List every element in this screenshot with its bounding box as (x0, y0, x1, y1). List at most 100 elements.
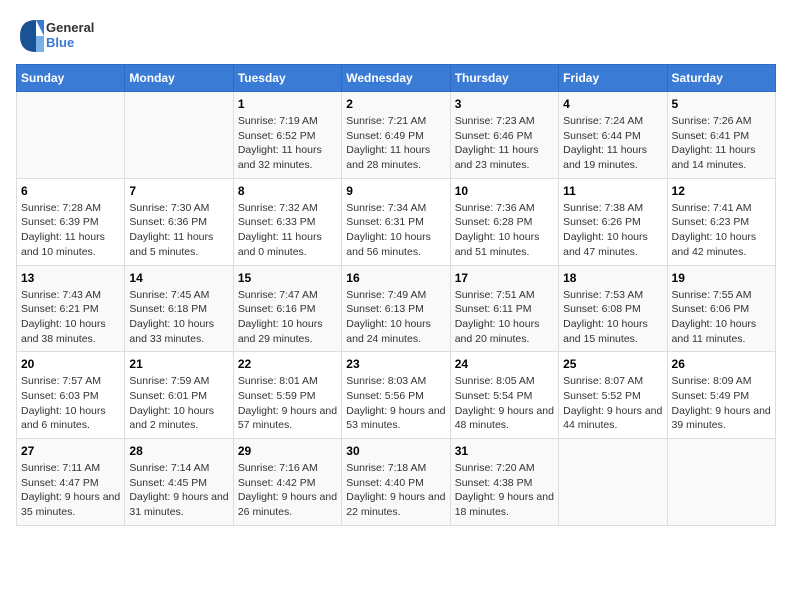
calendar-cell: 14 Sunrise: 7:45 AM Sunset: 6:18 PM Dayli… (125, 265, 233, 352)
day-detail: Sunrise: 7:26 AM Sunset: 6:41 PM Dayligh… (672, 114, 771, 173)
day-header-sunday: Sunday (17, 65, 125, 92)
day-detail: Sunrise: 7:45 AM Sunset: 6:18 PM Dayligh… (129, 288, 228, 347)
calendar-cell: 22 Sunrise: 8:01 AM Sunset: 5:59 PM Dayli… (233, 352, 341, 439)
day-detail: Sunrise: 7:28 AM Sunset: 6:39 PM Dayligh… (21, 201, 120, 260)
svg-text:Blue: Blue (46, 35, 74, 50)
day-number: 7 (129, 184, 228, 198)
day-number: 30 (346, 444, 445, 458)
calendar-cell: 12 Sunrise: 7:41 AM Sunset: 6:23 PM Dayli… (667, 178, 775, 265)
day-number: 9 (346, 184, 445, 198)
day-number: 17 (455, 271, 554, 285)
calendar-cell: 3 Sunrise: 7:23 AM Sunset: 6:46 PM Daylig… (450, 92, 558, 179)
day-number: 21 (129, 357, 228, 371)
calendar-cell: 6 Sunrise: 7:28 AM Sunset: 6:39 PM Daylig… (17, 178, 125, 265)
svg-text:General: General (46, 20, 94, 35)
calendar-week-row: 13Sunrise: 7:43 AM Sunset: 6:21 PM Dayli… (17, 265, 776, 352)
calendar-cell: 5Sunrise: 7:26 AM Sunset: 6:41 PM Daylig… (667, 92, 775, 179)
day-detail: Sunrise: 8:05 AM Sunset: 5:54 PM Dayligh… (455, 374, 554, 433)
calendar-cell: 19 Sunrise: 7:55 AM Sunset: 6:06 PM Dayli… (667, 265, 775, 352)
day-number: 31 (455, 444, 554, 458)
calendar-cell: 4Sunrise: 7:24 AM Sunset: 6:44 PM Daylig… (559, 92, 667, 179)
day-detail: Sunrise: 7:53 AM Sunset: 6:08 PM Dayligh… (563, 288, 662, 347)
day-detail: Sunrise: 7:23 AM Sunset: 6:46 PM Dayligh… (455, 114, 554, 173)
calendar-cell: 2 Sunrise: 7:21 AM Sunset: 6:49 PM Daylig… (342, 92, 450, 179)
day-number: 27 (21, 444, 120, 458)
day-number: 6 (21, 184, 120, 198)
day-detail: Sunrise: 7:32 AM Sunset: 6:33 PM Dayligh… (238, 201, 337, 260)
day-detail: Sunrise: 7:41 AM Sunset: 6:23 PM Dayligh… (672, 201, 771, 260)
day-number: 1 (238, 97, 337, 111)
calendar-cell: 13Sunrise: 7:43 AM Sunset: 6:21 PM Dayli… (17, 265, 125, 352)
day-number: 29 (238, 444, 337, 458)
calendar-cell: 20 Sunrise: 7:57 AM Sunset: 6:03 PM Dayli… (17, 352, 125, 439)
day-number: 25 (563, 357, 662, 371)
day-detail: Sunrise: 8:01 AM Sunset: 5:59 PM Dayligh… (238, 374, 337, 433)
day-detail: Sunrise: 7:14 AM Sunset: 4:45 PM Dayligh… (129, 461, 228, 520)
page-header: GeneralBlue (16, 16, 776, 56)
day-number: 24 (455, 357, 554, 371)
day-header-tuesday: Tuesday (233, 65, 341, 92)
day-number: 22 (238, 357, 337, 371)
day-number: 26 (672, 357, 771, 371)
calendar-header-row: SundayMondayTuesdayWednesdayThursdayFrid… (17, 65, 776, 92)
calendar-cell: 11 Sunrise: 7:38 AM Sunset: 6:26 PM Dayli… (559, 178, 667, 265)
calendar-cell: 25 Sunrise: 8:07 AM Sunset: 5:52 PM Dayli… (559, 352, 667, 439)
calendar-cell: 10Sunrise: 7:36 AM Sunset: 6:28 PM Dayli… (450, 178, 558, 265)
day-detail: Sunrise: 7:49 AM Sunset: 6:13 PM Dayligh… (346, 288, 445, 347)
day-number: 8 (238, 184, 337, 198)
day-detail: Sunrise: 7:51 AM Sunset: 6:11 PM Dayligh… (455, 288, 554, 347)
calendar-cell: 8 Sunrise: 7:32 AM Sunset: 6:33 PM Daylig… (233, 178, 341, 265)
logo-svg: GeneralBlue (16, 16, 96, 56)
day-detail: Sunrise: 7:36 AM Sunset: 6:28 PM Dayligh… (455, 201, 554, 260)
day-detail: Sunrise: 7:11 AM Sunset: 4:47 PM Dayligh… (21, 461, 120, 520)
day-number: 15 (238, 271, 337, 285)
day-number: 18 (563, 271, 662, 285)
calendar-cell (559, 439, 667, 526)
calendar-cell: 9 Sunrise: 7:34 AM Sunset: 6:31 PM Daylig… (342, 178, 450, 265)
day-number: 16 (346, 271, 445, 285)
day-detail: Sunrise: 7:59 AM Sunset: 6:01 PM Dayligh… (129, 374, 228, 433)
day-number: 3 (455, 97, 554, 111)
day-number: 13 (21, 271, 120, 285)
day-header-saturday: Saturday (667, 65, 775, 92)
day-number: 2 (346, 97, 445, 111)
day-detail: Sunrise: 7:38 AM Sunset: 6:26 PM Dayligh… (563, 201, 662, 260)
day-detail: Sunrise: 7:34 AM Sunset: 6:31 PM Dayligh… (346, 201, 445, 260)
day-number: 11 (563, 184, 662, 198)
calendar-cell: 16 Sunrise: 7:49 AM Sunset: 6:13 PM Dayli… (342, 265, 450, 352)
calendar-cell: 15 Sunrise: 7:47 AM Sunset: 6:16 PM Dayli… (233, 265, 341, 352)
calendar-cell (125, 92, 233, 179)
day-number: 14 (129, 271, 228, 285)
calendar-week-row: 6 Sunrise: 7:28 AM Sunset: 6:39 PM Daylig… (17, 178, 776, 265)
day-detail: Sunrise: 7:16 AM Sunset: 4:42 PM Dayligh… (238, 461, 337, 520)
calendar-week-row: 20 Sunrise: 7:57 AM Sunset: 6:03 PM Dayli… (17, 352, 776, 439)
calendar-cell: 28Sunrise: 7:14 AM Sunset: 4:45 PM Dayli… (125, 439, 233, 526)
calendar-week-row: 1Sunrise: 7:19 AM Sunset: 6:52 PM Daylig… (17, 92, 776, 179)
calendar-cell: 21 Sunrise: 7:59 AM Sunset: 6:01 PM Dayli… (125, 352, 233, 439)
day-header-monday: Monday (125, 65, 233, 92)
calendar-week-row: 27 Sunrise: 7:11 AM Sunset: 4:47 PM Dayli… (17, 439, 776, 526)
day-number: 20 (21, 357, 120, 371)
calendar-cell: 1Sunrise: 7:19 AM Sunset: 6:52 PM Daylig… (233, 92, 341, 179)
day-detail: Sunrise: 8:07 AM Sunset: 5:52 PM Dayligh… (563, 374, 662, 433)
calendar-cell: 30Sunrise: 7:18 AM Sunset: 4:40 PM Dayli… (342, 439, 450, 526)
calendar-cell (17, 92, 125, 179)
day-detail: Sunrise: 8:03 AM Sunset: 5:56 PM Dayligh… (346, 374, 445, 433)
day-detail: Sunrise: 7:24 AM Sunset: 6:44 PM Dayligh… (563, 114, 662, 173)
day-detail: Sunrise: 7:57 AM Sunset: 6:03 PM Dayligh… (21, 374, 120, 433)
day-detail: Sunrise: 7:30 AM Sunset: 6:36 PM Dayligh… (129, 201, 228, 260)
calendar-cell (667, 439, 775, 526)
logo: GeneralBlue (16, 16, 96, 56)
day-number: 12 (672, 184, 771, 198)
day-detail: Sunrise: 7:21 AM Sunset: 6:49 PM Dayligh… (346, 114, 445, 173)
calendar-cell: 29 Sunrise: 7:16 AM Sunset: 4:42 PM Dayli… (233, 439, 341, 526)
day-detail: Sunrise: 7:47 AM Sunset: 6:16 PM Dayligh… (238, 288, 337, 347)
day-detail: Sunrise: 7:55 AM Sunset: 6:06 PM Dayligh… (672, 288, 771, 347)
day-number: 19 (672, 271, 771, 285)
day-number: 23 (346, 357, 445, 371)
day-header-wednesday: Wednesday (342, 65, 450, 92)
calendar-cell: 31Sunrise: 7:20 AM Sunset: 4:38 PM Dayli… (450, 439, 558, 526)
day-detail: Sunrise: 8:09 AM Sunset: 5:49 PM Dayligh… (672, 374, 771, 433)
calendar-cell: 17 Sunrise: 7:51 AM Sunset: 6:11 PM Dayli… (450, 265, 558, 352)
day-header-thursday: Thursday (450, 65, 558, 92)
